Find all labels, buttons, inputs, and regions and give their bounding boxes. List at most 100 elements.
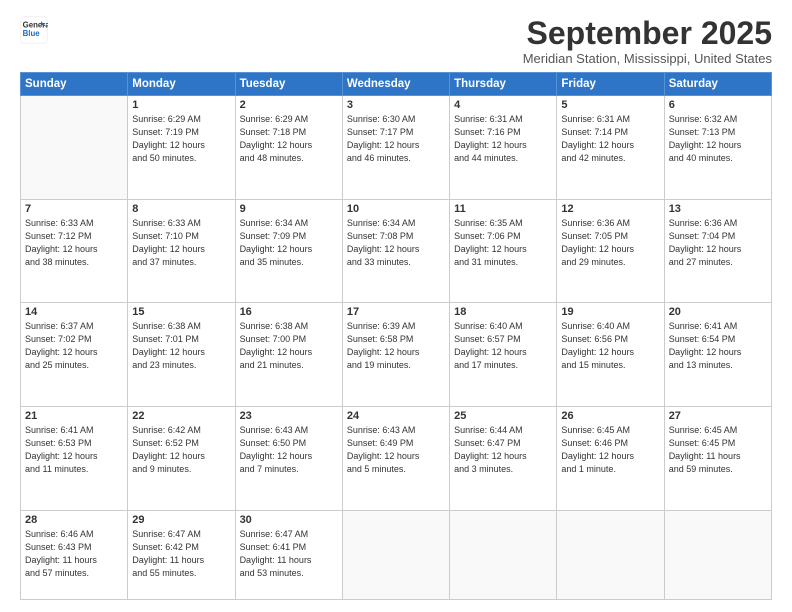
calendar-cell: 16Sunrise: 6:38 AM Sunset: 7:00 PM Dayli…	[235, 303, 342, 407]
header-saturday: Saturday	[664, 73, 771, 96]
svg-text:Blue: Blue	[23, 29, 41, 38]
day-number: 22	[132, 410, 230, 422]
calendar-cell: 28 Sunrise: 6:46 AM Sunset: 6:43 PM Dayli…	[21, 510, 128, 600]
month-title: September 2025	[523, 16, 772, 51]
day-info: Sunrise: 6:31 AM Sunset: 7:16 PM Dayligh…	[454, 113, 552, 165]
day-number: 10	[347, 203, 445, 215]
day-number: 26	[561, 410, 659, 422]
calendar-cell: 3 Sunrise: 6:30 AM Sunset: 7:17 PM Daylig…	[342, 96, 449, 200]
calendar-cell: 21 Sunrise: 6:41 AM Sunset: 6:53 PM Dayli…	[21, 406, 128, 510]
day-info: Sunrise: 6:33 AM Sunset: 7:10 PM Dayligh…	[132, 217, 230, 269]
calendar-cell: 20 Sunrise: 6:41 AM Sunset: 6:54 PM Dayli…	[664, 303, 771, 407]
day-info: Sunrise: 6:29 AM Sunset: 7:18 PM Dayligh…	[240, 113, 338, 165]
day-info: Sunrise: 6:36 AM Sunset: 7:04 PM Dayligh…	[669, 217, 767, 269]
day-number: 28	[25, 514, 123, 526]
calendar-cell: 29 Sunrise: 6:47 AM Sunset: 6:42 PM Dayli…	[128, 510, 235, 600]
day-info: Sunrise: 6:42 AM Sunset: 6:52 PM Dayligh…	[132, 424, 230, 476]
day-number: 18	[454, 306, 552, 318]
location: Meridian Station, Mississippi, United St…	[523, 51, 772, 66]
day-info: Sunrise: 6:34 AM Sunset: 7:09 PM Dayligh…	[240, 217, 338, 269]
day-number: 17	[347, 306, 445, 318]
day-info: Sunrise: 6:46 AM Sunset: 6:43 PM Dayligh…	[25, 528, 123, 580]
day-info: Sunrise: 6:43 AM Sunset: 6:50 PM Dayligh…	[240, 424, 338, 476]
calendar-cell: 26 Sunrise: 6:45 AM Sunset: 6:46 PM Dayli…	[557, 406, 664, 510]
day-number: 3	[347, 99, 445, 111]
calendar-cell: 25 Sunrise: 6:44 AM Sunset: 6:47 PM Dayli…	[450, 406, 557, 510]
calendar-cell: 10 Sunrise: 6:34 AM Sunset: 7:08 PM Dayli…	[342, 199, 449, 303]
calendar-cell	[664, 510, 771, 600]
day-info: Sunrise: 6:36 AM Sunset: 7:05 PM Dayligh…	[561, 217, 659, 269]
calendar-cell: 27 Sunrise: 6:45 AM Sunset: 6:45 PM Dayli…	[664, 406, 771, 510]
day-number: 21	[25, 410, 123, 422]
day-info: Sunrise: 6:40 AM Sunset: 6:56 PM Dayligh…	[561, 320, 659, 372]
calendar-cell: 12 Sunrise: 6:36 AM Sunset: 7:05 PM Dayli…	[557, 199, 664, 303]
day-number: 2	[240, 99, 338, 111]
day-number: 5	[561, 99, 659, 111]
calendar-cell: 17 Sunrise: 6:39 AM Sunset: 6:58 PM Dayli…	[342, 303, 449, 407]
calendar-cell: 23 Sunrise: 6:43 AM Sunset: 6:50 PM Dayli…	[235, 406, 342, 510]
day-info: Sunrise: 6:37 AM Sunset: 7:02 PM Dayligh…	[25, 320, 123, 372]
header-sunday: Sunday	[21, 73, 128, 96]
day-number: 24	[347, 410, 445, 422]
calendar-cell: 8 Sunrise: 6:33 AM Sunset: 7:10 PM Daylig…	[128, 199, 235, 303]
calendar-table: Sunday Monday Tuesday Wednesday Thursday…	[20, 72, 772, 600]
day-number: 20	[669, 306, 767, 318]
day-info: Sunrise: 6:47 AM Sunset: 6:41 PM Dayligh…	[240, 528, 338, 580]
day-number: 14	[25, 306, 123, 318]
weekday-header-row: Sunday Monday Tuesday Wednesday Thursday…	[21, 73, 772, 96]
header: General Blue September 2025 Meridian Sta…	[20, 16, 772, 66]
calendar-cell: 11 Sunrise: 6:35 AM Sunset: 7:06 PM Dayli…	[450, 199, 557, 303]
calendar-cell: 19 Sunrise: 6:40 AM Sunset: 6:56 PM Dayli…	[557, 303, 664, 407]
day-number: 19	[561, 306, 659, 318]
day-number: 29	[132, 514, 230, 526]
day-number: 23	[240, 410, 338, 422]
calendar-cell: 24 Sunrise: 6:43 AM Sunset: 6:49 PM Dayli…	[342, 406, 449, 510]
calendar-cell	[21, 96, 128, 200]
logo: General Blue	[20, 16, 48, 44]
calendar-cell: 13 Sunrise: 6:36 AM Sunset: 7:04 PM Dayli…	[664, 199, 771, 303]
day-number: 11	[454, 203, 552, 215]
calendar-cell: 18 Sunrise: 6:40 AM Sunset: 6:57 PM Dayli…	[450, 303, 557, 407]
day-info: Sunrise: 6:32 AM Sunset: 7:13 PM Dayligh…	[669, 113, 767, 165]
calendar-cell: 15 Sunrise: 6:38 AM Sunset: 7:01 PM Dayli…	[128, 303, 235, 407]
day-info: Sunrise: 6:47 AM Sunset: 6:42 PM Dayligh…	[132, 528, 230, 580]
day-number: 9	[240, 203, 338, 215]
calendar-cell: 1Sunrise: 6:29 AM Sunset: 7:19 PM Daylig…	[128, 96, 235, 200]
day-info: Sunrise: 6:40 AM Sunset: 6:57 PM Dayligh…	[454, 320, 552, 372]
day-number: 30	[240, 514, 338, 526]
day-info: Sunrise: 6:45 AM Sunset: 6:46 PM Dayligh…	[561, 424, 659, 476]
day-number: 4	[454, 99, 552, 111]
calendar-cell: 4 Sunrise: 6:31 AM Sunset: 7:16 PM Daylig…	[450, 96, 557, 200]
header-tuesday: Tuesday	[235, 73, 342, 96]
day-number: 1	[132, 99, 230, 111]
calendar-cell	[450, 510, 557, 600]
calendar-cell: 2 Sunrise: 6:29 AM Sunset: 7:18 PM Daylig…	[235, 96, 342, 200]
day-number: 13	[669, 203, 767, 215]
day-info: Sunrise: 6:38 AM Sunset: 7:01 PM Dayligh…	[132, 320, 230, 372]
title-block: September 2025 Meridian Station, Mississ…	[523, 16, 772, 66]
header-monday: Monday	[128, 73, 235, 96]
day-number: 12	[561, 203, 659, 215]
calendar-cell: 6Sunrise: 6:32 AM Sunset: 7:13 PM Daylig…	[664, 96, 771, 200]
day-info: Sunrise: 6:43 AM Sunset: 6:49 PM Dayligh…	[347, 424, 445, 476]
day-info: Sunrise: 6:35 AM Sunset: 7:06 PM Dayligh…	[454, 217, 552, 269]
day-info: Sunrise: 6:33 AM Sunset: 7:12 PM Dayligh…	[25, 217, 123, 269]
day-number: 27	[669, 410, 767, 422]
day-number: 16	[240, 306, 338, 318]
calendar-cell: 7Sunrise: 6:33 AM Sunset: 7:12 PM Daylig…	[21, 199, 128, 303]
day-info: Sunrise: 6:34 AM Sunset: 7:08 PM Dayligh…	[347, 217, 445, 269]
day-info: Sunrise: 6:41 AM Sunset: 6:53 PM Dayligh…	[25, 424, 123, 476]
day-number: 25	[454, 410, 552, 422]
day-info: Sunrise: 6:39 AM Sunset: 6:58 PM Dayligh…	[347, 320, 445, 372]
day-info: Sunrise: 6:44 AM Sunset: 6:47 PM Dayligh…	[454, 424, 552, 476]
day-info: Sunrise: 6:30 AM Sunset: 7:17 PM Dayligh…	[347, 113, 445, 165]
header-wednesday: Wednesday	[342, 73, 449, 96]
day-number: 8	[132, 203, 230, 215]
calendar-cell: 22 Sunrise: 6:42 AM Sunset: 6:52 PM Dayli…	[128, 406, 235, 510]
calendar-cell	[342, 510, 449, 600]
day-info: Sunrise: 6:41 AM Sunset: 6:54 PM Dayligh…	[669, 320, 767, 372]
calendar-cell: 5Sunrise: 6:31 AM Sunset: 7:14 PM Daylig…	[557, 96, 664, 200]
day-info: Sunrise: 6:45 AM Sunset: 6:45 PM Dayligh…	[669, 424, 767, 476]
day-number: 15	[132, 306, 230, 318]
header-thursday: Thursday	[450, 73, 557, 96]
